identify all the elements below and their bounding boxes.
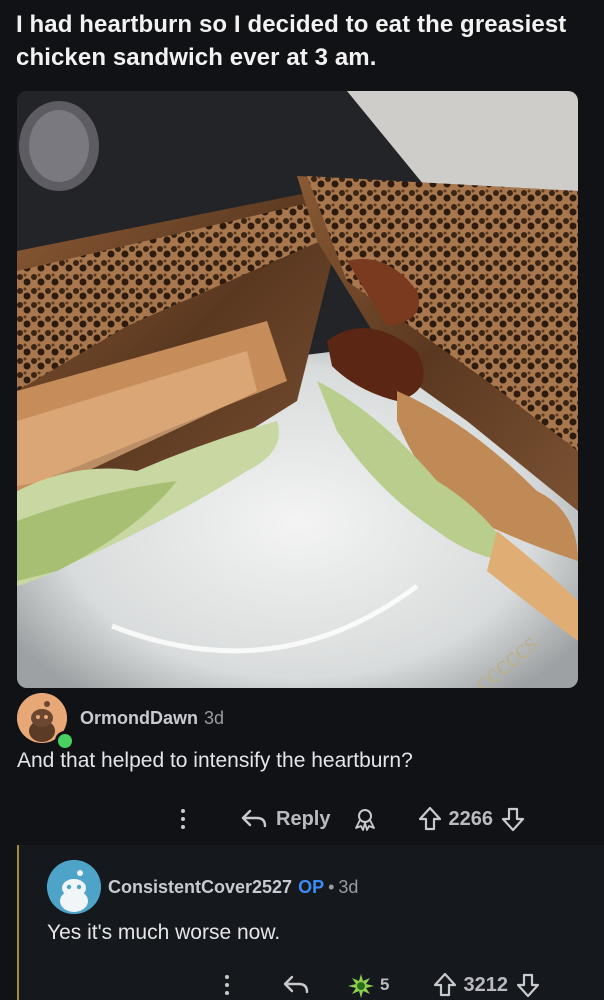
more-icon[interactable] [178,809,188,829]
comment-username[interactable]: OrmondDawn [80,708,198,728]
sandwich-photo: cccccs [17,91,578,688]
op-badge: OP [298,877,325,897]
comment-age: 3d [338,877,359,897]
thread-line[interactable] [17,845,19,1000]
award-icon[interactable] [344,970,378,1000]
comment-age: 3d [204,708,225,728]
reply-arrow-icon[interactable] [282,974,310,996]
comment-meta: ConsistentCover2527 OP • 3d [108,877,358,898]
vote-count: 2266 [448,807,493,830]
downvote-icon[interactable] [501,806,525,832]
comment-actions: 5 3212 [222,968,582,1000]
post-image[interactable]: cccccs [17,91,578,688]
comment-username[interactable]: ConsistentCover2527 [108,877,292,897]
snoo-avatar-icon[interactable] [47,860,101,914]
comment-body: Yes it's much worse now. [47,921,281,944]
online-status-badge [55,731,75,751]
vote-count: 3212 [463,973,508,996]
upvote-icon[interactable] [433,972,457,998]
upvote-icon[interactable] [418,806,442,832]
separator: • [328,877,335,897]
award-count: 5 [380,975,390,994]
comment-meta: OrmondDawn 3d [80,708,224,729]
comment-body: And that helped to intensify the heartbu… [17,749,413,772]
reply-button[interactable]: Reply [276,808,330,831]
post-title: I had heartburn so I decided to eat the … [16,11,567,71]
comment-actions: Reply 2266 [178,802,568,836]
award-icon[interactable] [352,806,378,832]
downvote-icon[interactable] [516,972,540,998]
reply-arrow-icon[interactable] [240,808,268,830]
more-icon[interactable] [222,975,232,995]
page: I had heartburn so I decided to eat the … [0,0,604,1000]
